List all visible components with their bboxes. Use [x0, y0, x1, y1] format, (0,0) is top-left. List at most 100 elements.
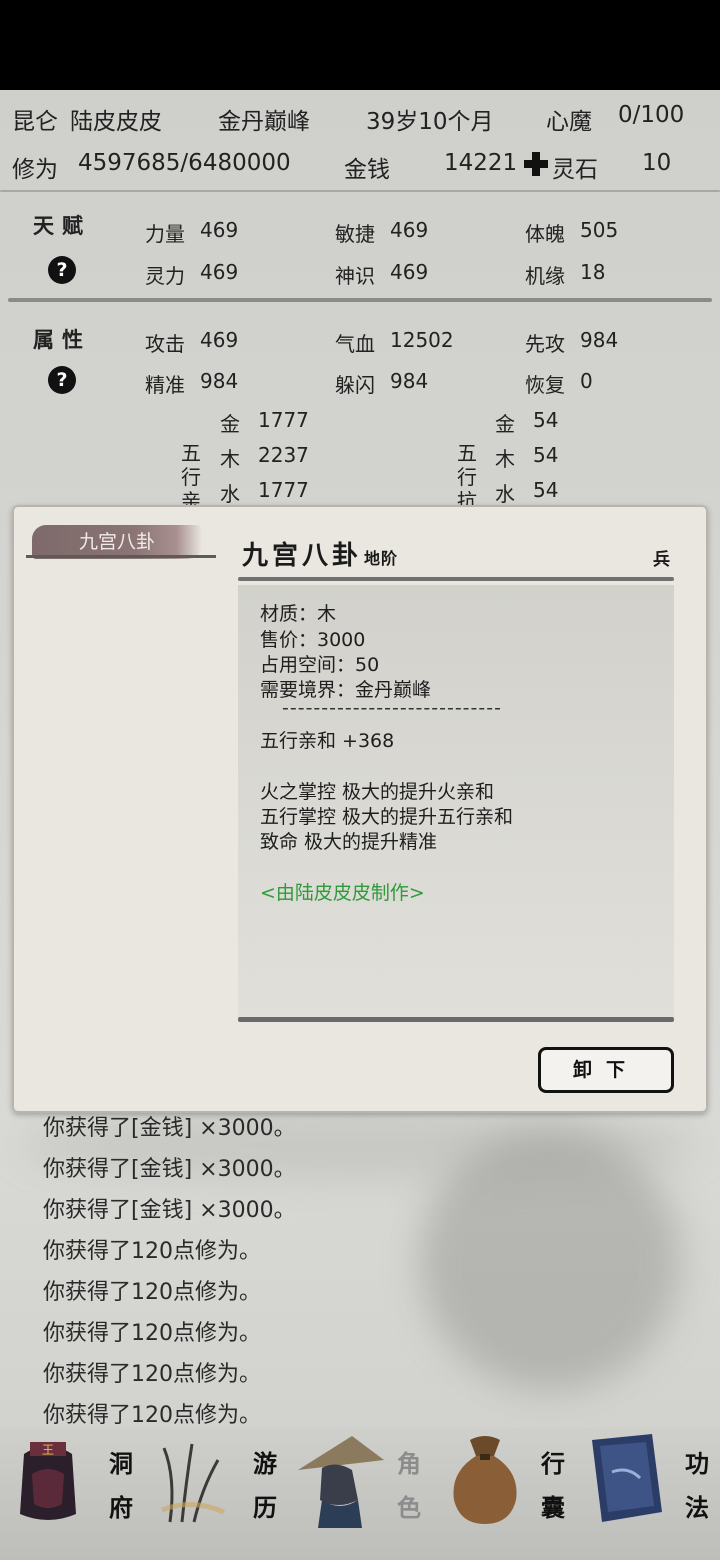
attributes-title: 属性: [33, 327, 91, 352]
header-divider: [0, 190, 720, 192]
item-effect: 火之掌控 极大的提升火亲和: [260, 781, 495, 803]
log-line: 你获得了120点修为。: [43, 1321, 261, 1346]
stat-value: 469: [200, 328, 239, 352]
log-line: 你获得了120点修为。: [43, 1280, 261, 1305]
age-label: 39岁10个月: [366, 109, 494, 135]
stat-value: 505: [580, 218, 619, 242]
element-value: 54: [533, 408, 559, 432]
tab-underline: [26, 555, 216, 558]
spirit-stone-label: 灵石: [552, 157, 598, 183]
talent-title: 天赋: [33, 213, 91, 238]
detail-separator: ----------------------------: [282, 697, 502, 719]
nav-char: 法: [685, 1493, 709, 1522]
element-value: 54: [533, 478, 559, 502]
stat-label: 灵力: [145, 264, 185, 288]
svg-text:王: 王: [42, 1443, 54, 1457]
cultivation-value: 4597685/6480000: [78, 150, 291, 176]
stat-label: 攻击: [145, 332, 185, 356]
nav-character[interactable]: 角 色: [288, 1428, 432, 1528]
stat-label: 精准: [145, 373, 185, 397]
stat-label: 气血: [335, 332, 375, 356]
section-divider: [8, 298, 712, 302]
stat-value: 984: [580, 328, 619, 352]
nav-char: 角: [397, 1449, 421, 1478]
money-value: 14221: [444, 150, 518, 176]
log-line: 你获得了[金钱] ×3000。: [43, 1157, 296, 1182]
detail-bottom-line: [238, 1017, 674, 1022]
element-label: 金: [220, 412, 240, 436]
title-divider: [238, 577, 674, 581]
log-line: 你获得了[金钱] ×3000。: [43, 1198, 296, 1223]
element-value: 2237: [258, 443, 309, 467]
cave-dwelling-icon: 王: [20, 1442, 76, 1520]
item-bonus: 五行亲和 +368: [260, 730, 395, 752]
resist-label-char: 行: [457, 465, 477, 489]
element-value: 54: [533, 443, 559, 467]
item-detail-panel: 材质：木 售价：3000 占用空间：50 需要境界：金丹巅峰 ---------…: [238, 585, 674, 1017]
nav-char: 色: [397, 1493, 421, 1522]
travel-icon: [161, 1443, 226, 1523]
stat-label: 力量: [145, 222, 185, 246]
nav-cave-dwelling[interactable]: 王 洞 府: [0, 1428, 144, 1528]
money-label: 金钱: [344, 157, 390, 183]
nav-travel[interactable]: 游 历: [144, 1428, 288, 1528]
nav-skills[interactable]: 功 法: [576, 1428, 720, 1528]
stat-label: 躲闪: [335, 373, 375, 397]
unequip-button[interactable]: 卸下: [538, 1047, 674, 1093]
element-label: 水: [495, 482, 515, 506]
nav-char: 洞: [109, 1449, 133, 1478]
stat-value: 12502: [390, 328, 454, 352]
item-grade: 地阶: [364, 549, 399, 568]
cultivation-label: 修为: [12, 157, 58, 183]
element-label: 木: [220, 447, 240, 471]
character-icon: [298, 1436, 384, 1528]
log-line: 你获得了120点修为。: [43, 1362, 261, 1387]
stat-value: 469: [200, 218, 239, 242]
log-line: 你获得了120点修为。: [43, 1403, 261, 1428]
player-name: 陆皮皮皮: [70, 109, 162, 135]
stat-label: 机缘: [525, 264, 565, 288]
heart-demon-value: 0/100: [618, 102, 685, 128]
nav-bag[interactable]: 行 囊: [432, 1428, 576, 1528]
nav-char: 府: [109, 1493, 133, 1522]
nav-char: 功: [685, 1449, 709, 1478]
nav-char: 游: [253, 1449, 277, 1478]
stat-value: 469: [200, 260, 239, 284]
realm-label: 金丹巅峰: [218, 109, 310, 135]
stat-label: 神识: [335, 264, 375, 288]
item-type: 兵: [653, 550, 670, 570]
stat-label: 体魄: [525, 222, 565, 246]
attributes-help-icon[interactable]: ?: [48, 366, 76, 394]
affinity-label-char: 五: [181, 441, 201, 465]
nav-char: 囊: [541, 1493, 565, 1522]
element-label: 金: [495, 412, 515, 436]
stat-value: 984: [390, 369, 429, 393]
stat-value: 469: [390, 218, 429, 242]
item-title: 九宫八卦 地阶: [242, 535, 398, 572]
talent-help-icon[interactable]: ?: [48, 256, 76, 284]
item-material: 材质：木: [260, 603, 337, 625]
item-space: 占用空间：50: [260, 654, 380, 676]
affinity-label-char: 行: [181, 465, 201, 489]
heart-demon-label: 心魔: [546, 109, 592, 135]
element-value: 1777: [258, 478, 309, 502]
stat-value: 18: [580, 260, 606, 284]
item-effect: 致命 极大的提升精准: [260, 831, 438, 853]
equipped-item-tab[interactable]: 九宫八卦: [32, 525, 202, 559]
stat-value: 0: [580, 369, 593, 393]
add-currency-icon[interactable]: [522, 150, 550, 178]
nav-char: 行: [541, 1449, 565, 1478]
stat-label: 恢复: [525, 373, 565, 397]
log-line: 你获得了120点修为。: [43, 1239, 261, 1264]
item-effect: 五行掌控 极大的提升五行亲和: [260, 806, 514, 828]
bottom-nav: 王 洞 府 游 历 角 色 行 囊 功 法: [0, 1428, 720, 1560]
item-maker: <由陆皮皮皮制作>: [260, 882, 425, 904]
item-name: 九宫八卦: [242, 541, 363, 571]
bag-icon: [453, 1436, 517, 1524]
log-line: 你获得了[金钱] ×3000。: [43, 1116, 296, 1141]
item-price: 售价：3000: [260, 629, 366, 651]
nav-char: 历: [253, 1493, 277, 1522]
stat-value: 469: [390, 260, 429, 284]
sect-name: 昆仑: [12, 109, 58, 135]
item-detail-dialog[interactable]: 九宫八卦 九宫八卦 地阶 兵 材质：木 售价：3000 占用空间：50 需要境界：…: [12, 505, 708, 1113]
